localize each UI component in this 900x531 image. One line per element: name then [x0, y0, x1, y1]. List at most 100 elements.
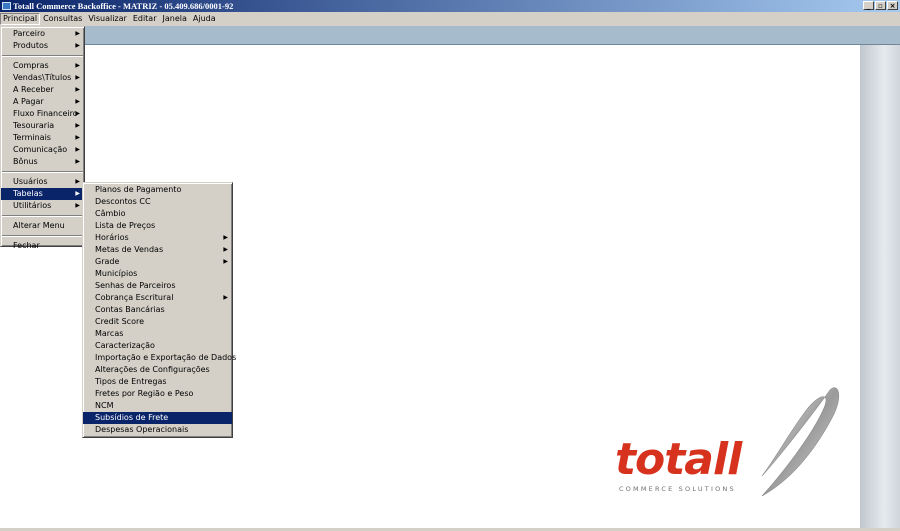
menu-item-metas-de-vendas[interactable]: Metas de Vendas ▶: [83, 244, 232, 256]
menu-item-usuarios[interactable]: Usuários ▶: [1, 176, 84, 188]
restore-button[interactable]: ▫: [875, 1, 886, 10]
menu-item-cambio[interactable]: Câmbio: [83, 208, 232, 220]
menu-ajuda[interactable]: Ajuda: [190, 13, 219, 25]
menu-item-utilitarios[interactable]: Utilitários ▶: [1, 200, 84, 212]
menu-item-label: Fluxo Financeiro: [13, 109, 78, 118]
menu-separator: [1, 232, 84, 240]
menu-item-fluxo-financeiro[interactable]: Fluxo Financeiro ▶: [1, 108, 84, 120]
menu-item-label: Importação e Exportação de Dados: [95, 353, 237, 362]
menu-item-label: Caracterização: [95, 341, 155, 350]
menu-item-a-receber[interactable]: A Receber ▶: [1, 84, 84, 96]
workspace-header-strip: [0, 26, 900, 45]
menu-item-contas-bancarias[interactable]: Contas Bancárias: [83, 304, 232, 316]
menu-item-senhas-de-parceiros[interactable]: Senhas de Parceiros: [83, 280, 232, 292]
window-title: Totall Commerce Backoffice - MATRIZ - 05…: [13, 1, 234, 11]
menu-item-label: Municípios: [95, 269, 138, 278]
menu-item-fechar[interactable]: Fechar: [1, 240, 84, 252]
menu-item-caracterizacao[interactable]: Caracterização: [83, 340, 232, 352]
submenu-arrow-icon: ▶: [75, 86, 80, 93]
menu-item-label: Parceiro: [13, 29, 46, 38]
menu-editar[interactable]: Editar: [130, 13, 160, 25]
logo-wordmark: totall: [615, 434, 742, 485]
menu-item-alteracoes-configuracoes[interactable]: Alterações de Configurações: [83, 364, 232, 376]
menu-item-label: Metas de Vendas: [95, 245, 164, 254]
menu-item-planos-de-pagamento[interactable]: Planos de Pagamento: [83, 184, 232, 196]
submenu-arrow-icon: ▶: [75, 110, 80, 117]
menu-item-subsidios-de-frete[interactable]: Subsídios de Frete: [83, 412, 232, 424]
minimize-button[interactable]: _: [863, 1, 874, 10]
menu-item-label: Lista de Preços: [95, 221, 156, 230]
menu-item-label: Fechar: [13, 241, 40, 250]
menu-item-importacao-exportacao[interactable]: Importação e Exportação de Dados: [83, 352, 236, 364]
menu-item-label: Senhas de Parceiros: [95, 281, 176, 290]
menu-item-bonus[interactable]: Bônus ▶: [1, 156, 84, 168]
submenu-arrow-icon: ▶: [75, 62, 80, 69]
menu-item-label: Despesas Operacionais: [95, 425, 189, 434]
menu-item-label: Bônus: [13, 157, 38, 166]
menu-item-label: Grade: [95, 257, 120, 266]
menu-item-terminais[interactable]: Terminais ▶: [1, 132, 84, 144]
menu-bar: Principal Consultas Visualizar Editar Janela…: [0, 12, 900, 26]
submenu-arrow-icon: ▶: [75, 190, 80, 197]
window-controls: _ ▫ ×: [862, 1, 898, 11]
menu-item-label: Usuários: [13, 177, 48, 186]
menu-item-lista-de-precos[interactable]: Lista de Preços: [83, 220, 232, 232]
menu-item-vendas-titulos[interactable]: Vendas\Títulos ▶: [1, 72, 84, 84]
menu-item-ncm[interactable]: NCM: [83, 400, 232, 412]
menu-separator: [1, 212, 84, 220]
menu-item-grade[interactable]: Grade ▶: [83, 256, 232, 268]
submenu-arrow-icon: ▶: [223, 258, 228, 265]
menu-consultas[interactable]: Consultas: [40, 13, 85, 25]
menu-visualizar[interactable]: Visualizar: [85, 13, 130, 25]
menu-separator: [1, 52, 84, 60]
menu-item-label: Subsídios de Frete: [95, 413, 169, 422]
menu-item-tabelas[interactable]: Tabelas ▶: [1, 188, 84, 200]
menu-item-compras[interactable]: Compras ▶: [1, 60, 84, 72]
submenu-arrow-icon: ▶: [75, 98, 80, 105]
menu-item-marcas[interactable]: Marcas: [83, 328, 232, 340]
menu-item-label: A Pagar: [13, 97, 44, 106]
logo-tagline: COMMERCE SOLUTIONS: [619, 485, 736, 493]
menu-item-label: Contas Bancárias: [95, 305, 165, 314]
menu-item-label: Utilitários: [13, 201, 52, 210]
menu-item-produtos[interactable]: Produtos ▶: [1, 40, 84, 52]
menu-item-descontos-cc[interactable]: Descontos CC: [83, 196, 232, 208]
menu-item-fretes-regiao-peso[interactable]: Fretes por Região e Peso: [83, 388, 232, 400]
menu-item-credit-score[interactable]: Credit Score: [83, 316, 232, 328]
menu-item-label: Cobrança Escritural: [95, 293, 174, 302]
menu-janela[interactable]: Janela: [160, 13, 190, 25]
menu-item-tipos-de-entregas[interactable]: Tipos de Entregas: [83, 376, 232, 388]
menu-item-comunicacao[interactable]: Comunicação ▶: [1, 144, 84, 156]
menu-item-horarios[interactable]: Horários ▶: [83, 232, 232, 244]
menu-item-label: Comunicação: [13, 145, 68, 154]
submenu-arrow-icon: ▶: [75, 122, 80, 129]
menu-item-cobranca-escritural[interactable]: Cobrança Escritural ▶: [83, 292, 232, 304]
menu-item-label: A Receber: [13, 85, 54, 94]
totall-logo: totall COMMERCE SOLUTIONS: [612, 378, 842, 508]
submenu-arrow-icon: ▶: [75, 134, 80, 141]
menu-item-tesouraria[interactable]: Tesouraria ▶: [1, 120, 84, 132]
menu-item-label: Planos de Pagamento: [95, 185, 182, 194]
menu-item-label: Tesouraria: [13, 121, 55, 130]
menu-item-label: Tipos de Entregas: [95, 377, 167, 386]
right-side-panel: [860, 45, 900, 531]
menu-item-despesas-operacionais[interactable]: Despesas Operacionais: [83, 424, 232, 436]
close-button[interactable]: ×: [887, 1, 898, 10]
menu-item-label: Fretes por Região e Peso: [95, 389, 194, 398]
submenu-arrow-icon: ▶: [223, 294, 228, 301]
submenu-arrow-icon: ▶: [75, 42, 80, 49]
menu-item-municipios[interactable]: Municípios: [83, 268, 232, 280]
menu-item-parceiro[interactable]: Parceiro ▶: [1, 28, 84, 40]
menu-item-label: Credit Score: [95, 317, 145, 326]
menu-item-label: Marcas: [95, 329, 124, 338]
menu-item-label: Produtos: [13, 41, 49, 50]
menu-principal[interactable]: Principal: [0, 13, 41, 25]
menu-item-label: Horários: [95, 233, 129, 242]
menu-item-label: Terminais: [13, 133, 51, 142]
menu-item-a-pagar[interactable]: A Pagar ▶: [1, 96, 84, 108]
submenu-arrow-icon: ▶: [223, 246, 228, 253]
submenu-arrow-icon: ▶: [75, 146, 80, 153]
menu-item-label: Câmbio: [95, 209, 126, 218]
menu-item-alterar-menu[interactable]: Alterar Menu: [1, 220, 84, 232]
menu-item-label: Compras: [13, 61, 49, 70]
